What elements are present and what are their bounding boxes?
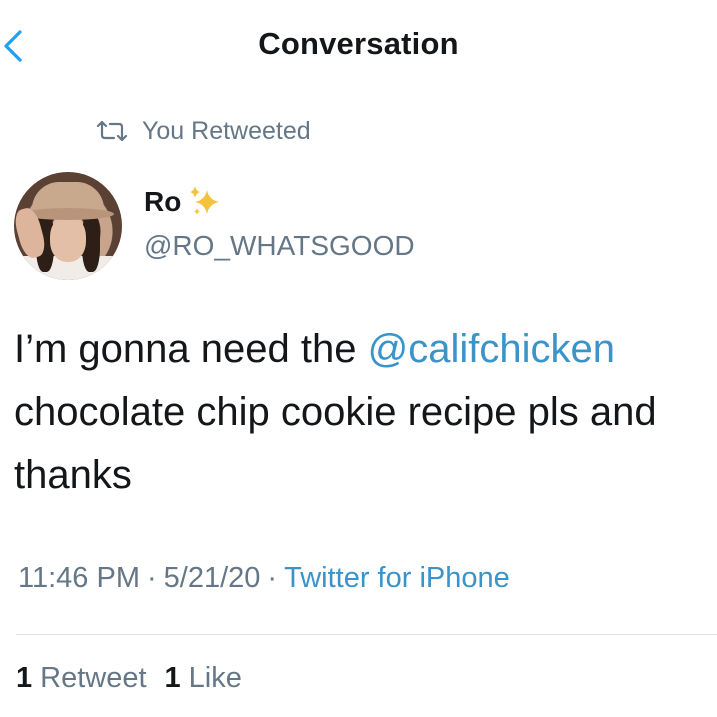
- tweet-source-link[interactable]: Twitter for iPhone: [284, 562, 510, 595]
- tweet-meta: 11:46 PM · 5/21/20 · Twitter for iPhone: [18, 562, 510, 595]
- tweet-stats: 1 Retweet 1 Like: [16, 662, 260, 695]
- meta-separator: ·: [267, 562, 278, 594]
- author-handle[interactable]: @RO_WHATSGOOD: [144, 230, 415, 262]
- tweet-text: I’m gonna need the @califchicken chocola…: [14, 318, 714, 507]
- tweet-time[interactable]: 11:46 PM: [18, 562, 140, 595]
- divider: [16, 634, 717, 635]
- retweet-count: 1: [16, 662, 33, 694]
- author-display-name: Ro: [144, 186, 182, 217]
- meta-separator: ·: [146, 562, 157, 594]
- sparkles-icon: [190, 186, 220, 215]
- page-title: Conversation: [258, 26, 459, 61]
- mention-link[interactable]: @califchicken: [368, 327, 615, 371]
- author-name-row[interactable]: Ro: [144, 186, 225, 222]
- retweet-icon: [94, 119, 130, 143]
- likes-stat[interactable]: 1 Like: [165, 662, 242, 695]
- like-count: 1: [164, 662, 181, 694]
- tweet-date[interactable]: 5/21/20: [164, 562, 261, 595]
- like-label: Like: [188, 662, 242, 694]
- retweet-label: Retweet: [40, 662, 147, 694]
- retweet-context-text: You Retweeted: [142, 116, 311, 145]
- tweet-text-after: chocolate chip cookie recipe pls and tha…: [14, 390, 657, 497]
- retweets-stat[interactable]: 1 Retweet: [16, 662, 147, 695]
- retweet-context: You Retweeted: [94, 114, 311, 148]
- avatar[interactable]: [14, 172, 122, 280]
- header: Conversation: [0, 0, 717, 90]
- tweet-text-before: I’m gonna need the: [14, 327, 368, 371]
